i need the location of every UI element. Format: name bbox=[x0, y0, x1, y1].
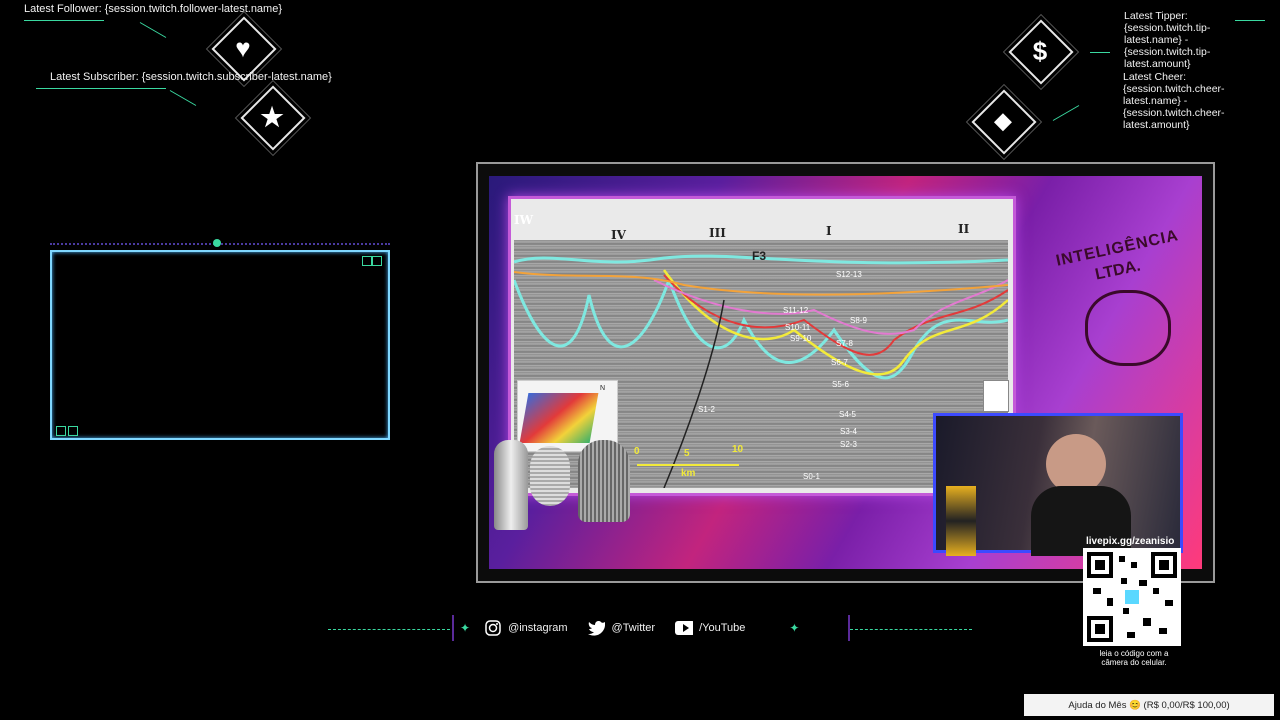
youtube-handle: /YouTube bbox=[699, 622, 746, 634]
latest-follower-text: Latest Follower: {session.twitch.followe… bbox=[24, 3, 283, 15]
dollar-icon: $ bbox=[1032, 35, 1048, 66]
diamond-gem-icon: ◆ bbox=[994, 108, 1012, 133]
youtube-icon bbox=[675, 619, 694, 637]
microphone-icon bbox=[578, 440, 630, 522]
roman-label-ii: II bbox=[958, 222, 970, 236]
brain-logo-icon bbox=[1085, 290, 1171, 366]
follower-badge: ♥ bbox=[211, 16, 277, 82]
decor-line bbox=[1052, 105, 1080, 121]
qr-url-label: livepix.gg/zeanisio bbox=[1086, 536, 1175, 547]
decor-line bbox=[36, 88, 166, 89]
layer-label: S1-2 bbox=[698, 405, 715, 414]
slide-corner-label: IW bbox=[514, 213, 534, 227]
layer-label: S8-9 bbox=[850, 316, 867, 325]
document-icon bbox=[983, 380, 1009, 412]
star-icon: ★ bbox=[260, 101, 284, 132]
qr-code[interactable] bbox=[1083, 548, 1181, 646]
decor-line bbox=[169, 90, 197, 106]
instagram-handle: @instagram bbox=[508, 622, 568, 634]
microphone-icon bbox=[530, 446, 570, 506]
latest-tipper-text: Latest Tipper: {session.twitch.tip-lates… bbox=[1124, 10, 1211, 70]
layer-label: S3-4 bbox=[840, 427, 857, 436]
corner-square bbox=[68, 426, 78, 436]
layer-label: S2-3 bbox=[840, 440, 857, 449]
decor-line bbox=[139, 22, 167, 38]
layer-label: S10-11 bbox=[785, 323, 811, 332]
scale-tick: 5 bbox=[684, 448, 690, 459]
inset-map-colors bbox=[519, 393, 599, 443]
layer-label: S5-6 bbox=[832, 380, 849, 389]
instagram-link[interactable]: @instagram bbox=[484, 619, 568, 637]
social-bar-left-line bbox=[328, 629, 450, 630]
social-bar: ✦ @instagram @Twitter /YouTube ✦ bbox=[452, 615, 850, 641]
sparkle-icon: ✦ bbox=[789, 621, 800, 635]
layer-label: S11-12 bbox=[783, 306, 809, 315]
layer-label: S6-7 bbox=[831, 358, 848, 367]
microphone-icon bbox=[494, 440, 528, 530]
monthly-goal-bar: Ajuda do Mês 😊 (R$ 0,00/R$ 100,00) bbox=[1024, 694, 1274, 716]
youtube-link[interactable]: /YouTube bbox=[675, 619, 745, 637]
latest-cheer-text: Latest Cheer: {session.twitch.cheer-late… bbox=[1123, 71, 1225, 131]
layer-label: S0-1 bbox=[803, 472, 820, 481]
cone-prop bbox=[946, 486, 976, 556]
webcam-feed bbox=[933, 413, 1183, 556]
latest-subscriber-text: Latest Subscriber: {session.twitch.subsc… bbox=[50, 71, 332, 83]
secondary-camera-frame bbox=[50, 250, 390, 440]
frame-accent-dot bbox=[213, 239, 221, 247]
qr-caption: leia o código com a câmera do celular. bbox=[1099, 649, 1169, 667]
decor-line bbox=[24, 20, 104, 21]
corner-square bbox=[56, 426, 66, 436]
sparkle-icon: ✦ bbox=[460, 621, 471, 635]
corner-square bbox=[362, 256, 372, 266]
twitter-icon bbox=[587, 619, 606, 637]
layer-label: S9-10 bbox=[790, 334, 812, 343]
tipper-badge: $ bbox=[1008, 19, 1074, 85]
layer-label: S12-13 bbox=[836, 270, 862, 279]
scale-bar bbox=[637, 464, 739, 466]
scale-tick: 0 bbox=[634, 446, 640, 457]
corner-square bbox=[372, 256, 382, 266]
roman-label-iii: III bbox=[709, 226, 726, 240]
layer-label: S4-5 bbox=[839, 410, 856, 419]
heart-icon: ♥ bbox=[235, 32, 251, 63]
scale-unit: km bbox=[681, 468, 696, 479]
fault-label: F3 bbox=[752, 249, 767, 263]
layer-label: S7-8 bbox=[836, 339, 853, 348]
decor-line bbox=[1090, 52, 1110, 53]
goal-label: Ajuda do Mês 😊 (R$ 0,00/R$ 100,00) bbox=[1068, 699, 1230, 711]
twitter-link[interactable]: @Twitter bbox=[587, 619, 656, 637]
decor-line bbox=[1235, 20, 1265, 21]
roman-label-iv: IV bbox=[611, 228, 626, 242]
roman-label-i: I bbox=[826, 224, 832, 238]
north-label: N bbox=[600, 385, 606, 392]
scale-tick: 10 bbox=[732, 444, 744, 455]
social-bar-right-line bbox=[850, 629, 972, 630]
twitter-handle: @Twitter bbox=[611, 622, 656, 634]
cheer-badge: ◆ bbox=[971, 89, 1037, 155]
streamer-head bbox=[1046, 434, 1106, 494]
subscriber-badge: ★ bbox=[240, 85, 306, 151]
instagram-icon bbox=[484, 619, 502, 637]
